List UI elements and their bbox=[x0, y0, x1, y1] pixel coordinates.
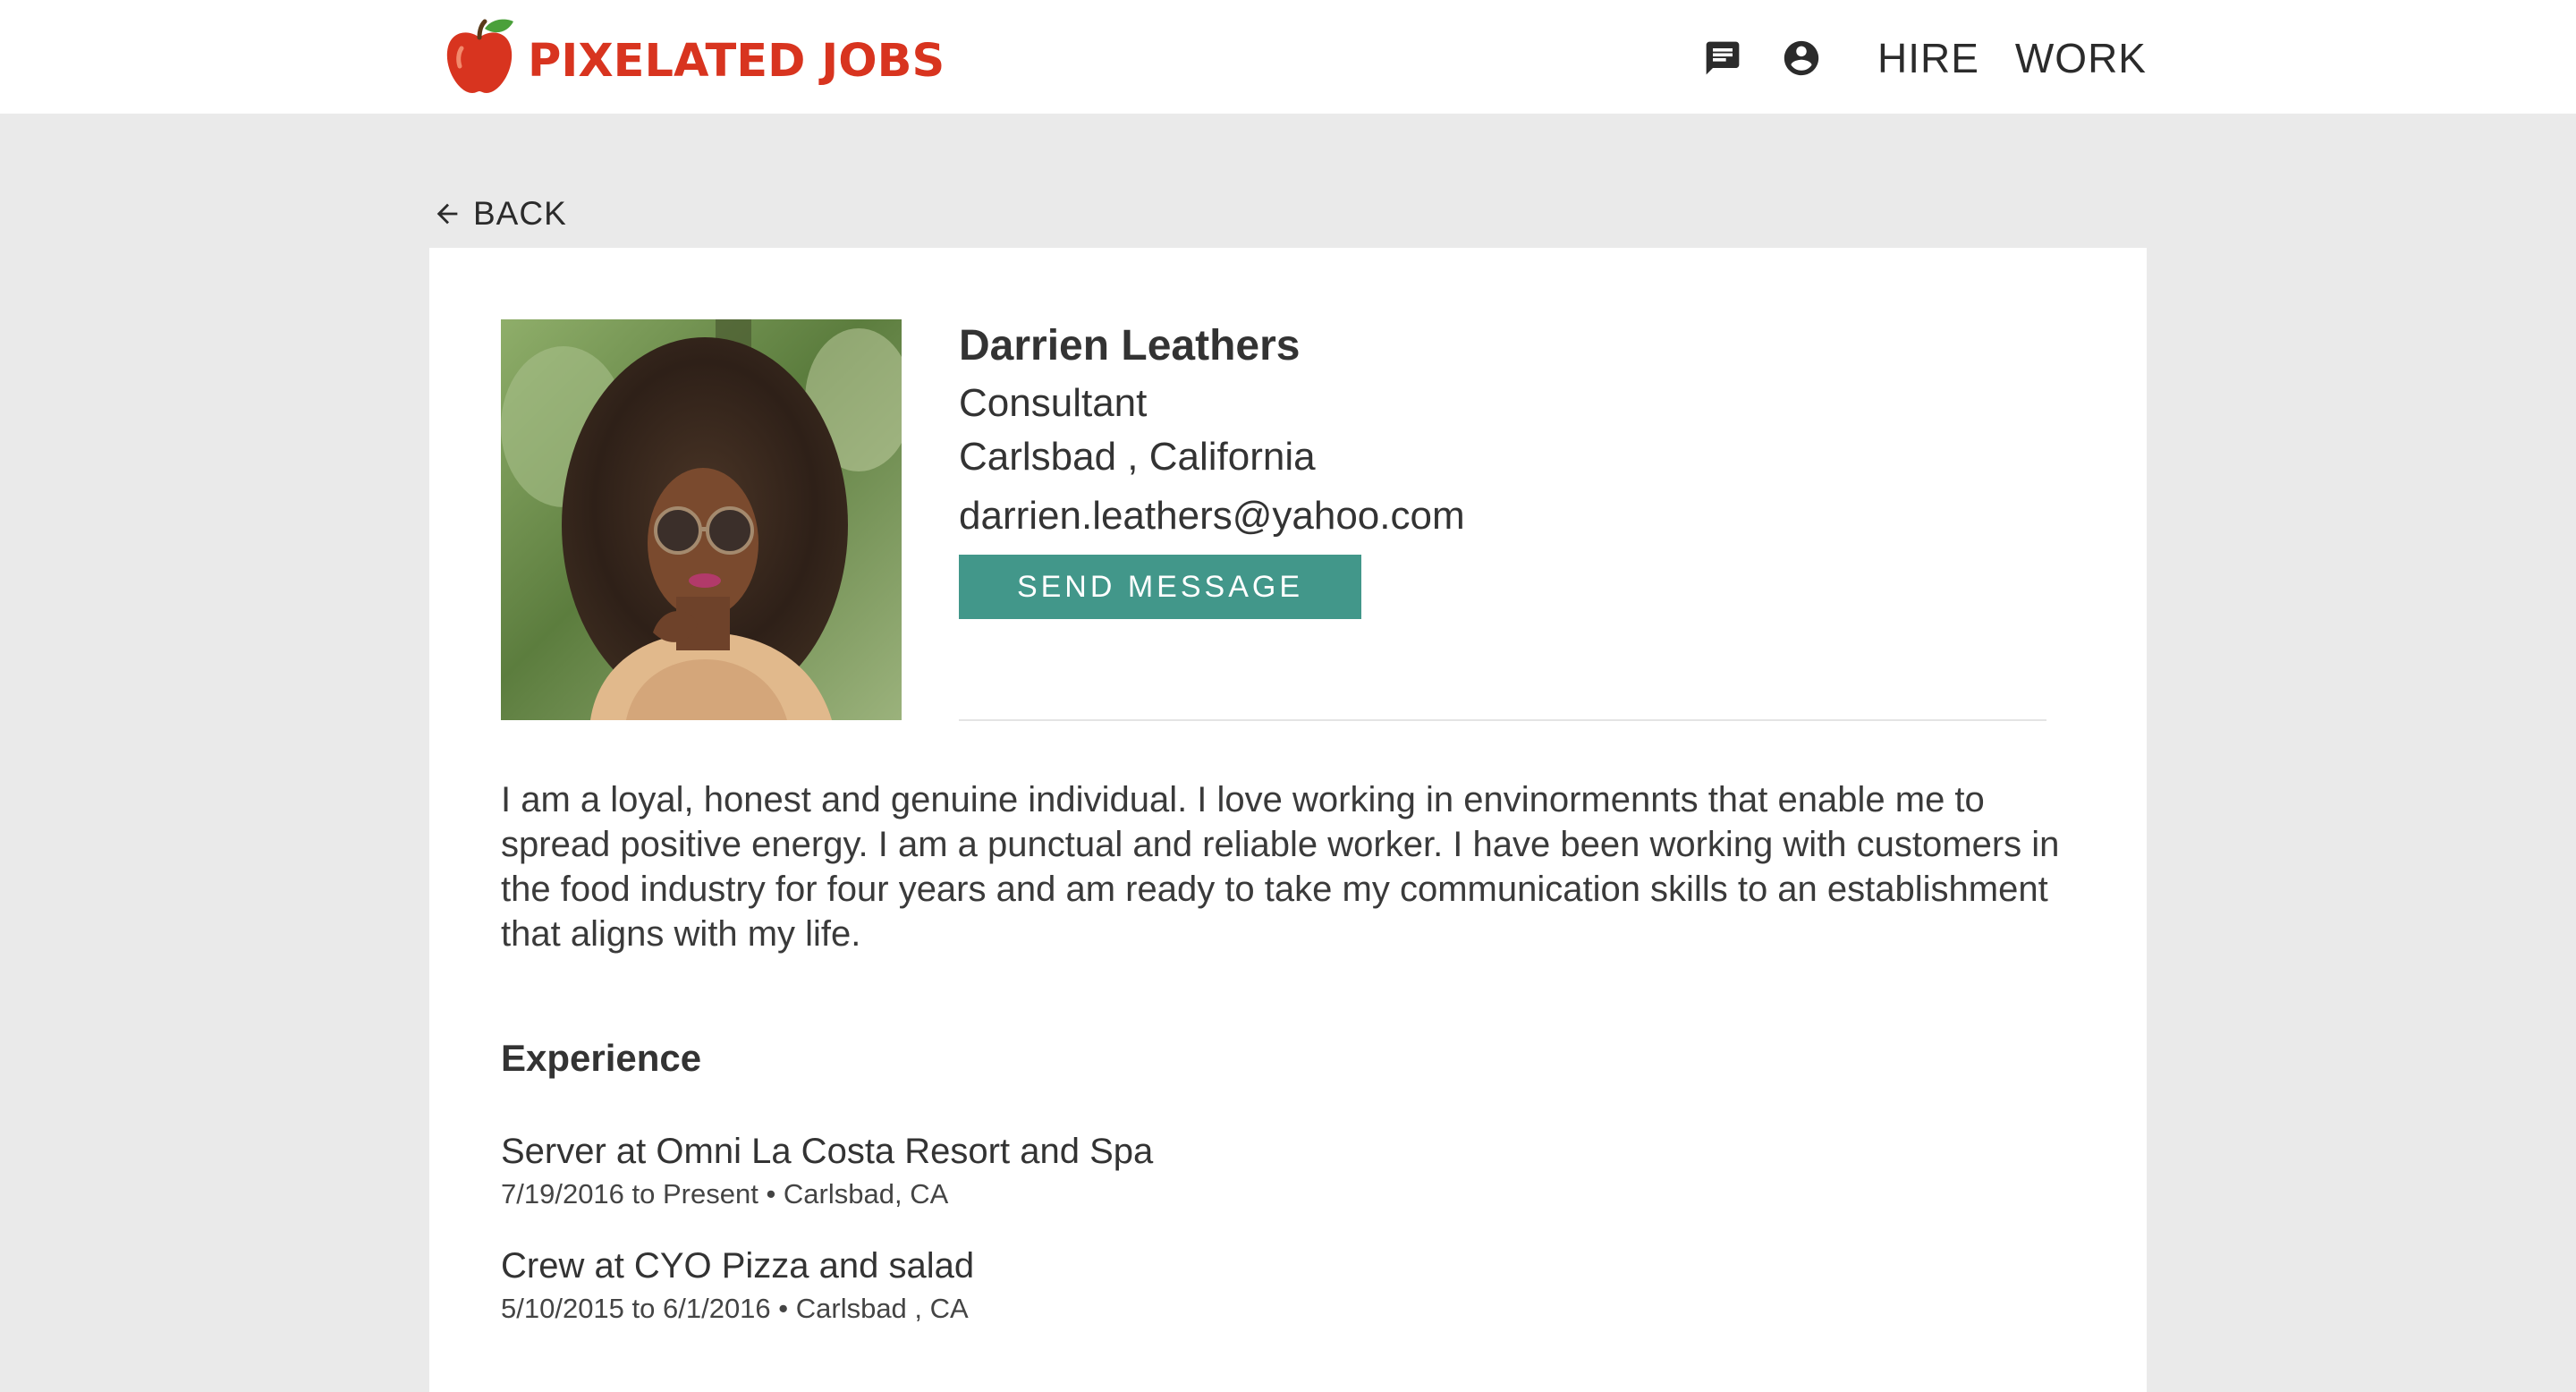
send-message-button[interactable]: SEND MESSAGE bbox=[959, 555, 1361, 619]
logo[interactable]: PIXELATED JOBS bbox=[442, 16, 945, 98]
nav-hire-link[interactable]: HIRE bbox=[1877, 34, 1979, 82]
experience-role: Crew at CYO Pizza and salad bbox=[501, 1246, 975, 1286]
profile-name: Darrien Leathers bbox=[959, 322, 1301, 369]
arrow-left-icon bbox=[436, 203, 458, 225]
experience-heading: Experience bbox=[501, 1037, 702, 1079]
experience-meta: 5/10/2015 to 6/1/2016 • Carlsbad , CA bbox=[501, 1293, 969, 1324]
logo-text: PIXELATED JOBS bbox=[528, 34, 945, 88]
account-circle-icon[interactable] bbox=[1781, 38, 1822, 79]
profile-location: Carlsbad , California bbox=[959, 435, 1316, 479]
back-label: BACK bbox=[473, 195, 567, 232]
top-navbar: PIXELATED JOBS HIRE WORK bbox=[0, 0, 2576, 114]
experience-list: Server at Omni La Costa Resort and Spa 7… bbox=[501, 1133, 2075, 1362]
divider bbox=[959, 719, 2046, 721]
profile-bio: I am a loyal, honest and genuine individ… bbox=[501, 780, 2060, 954]
experience-item: Server at Omni La Costa Resort and Spa 7… bbox=[501, 1133, 2075, 1248]
experience-meta: 7/19/2016 to Present • Carlsbad, CA bbox=[501, 1178, 949, 1210]
profile-title: Consultant bbox=[959, 381, 1148, 425]
nav-work-link[interactable]: WORK bbox=[2015, 34, 2147, 82]
profile-photo bbox=[501, 319, 902, 720]
apple-logo-icon bbox=[446, 19, 513, 93]
experience-role: Server at Omni La Costa Resort and Spa bbox=[501, 1132, 1154, 1171]
profile-email: darrien.leathers@yahoo.com bbox=[959, 494, 1465, 538]
main-nav: HIRE WORK bbox=[1702, 27, 2147, 89]
profile-card: Darrien Leathers Consultant Carlsbad , C… bbox=[429, 248, 2147, 1392]
back-link[interactable]: BACK bbox=[432, 195, 567, 233]
chat-icon[interactable] bbox=[1702, 38, 1743, 79]
experience-item: Crew at CYO Pizza and salad 5/10/2015 to… bbox=[501, 1248, 2075, 1362]
